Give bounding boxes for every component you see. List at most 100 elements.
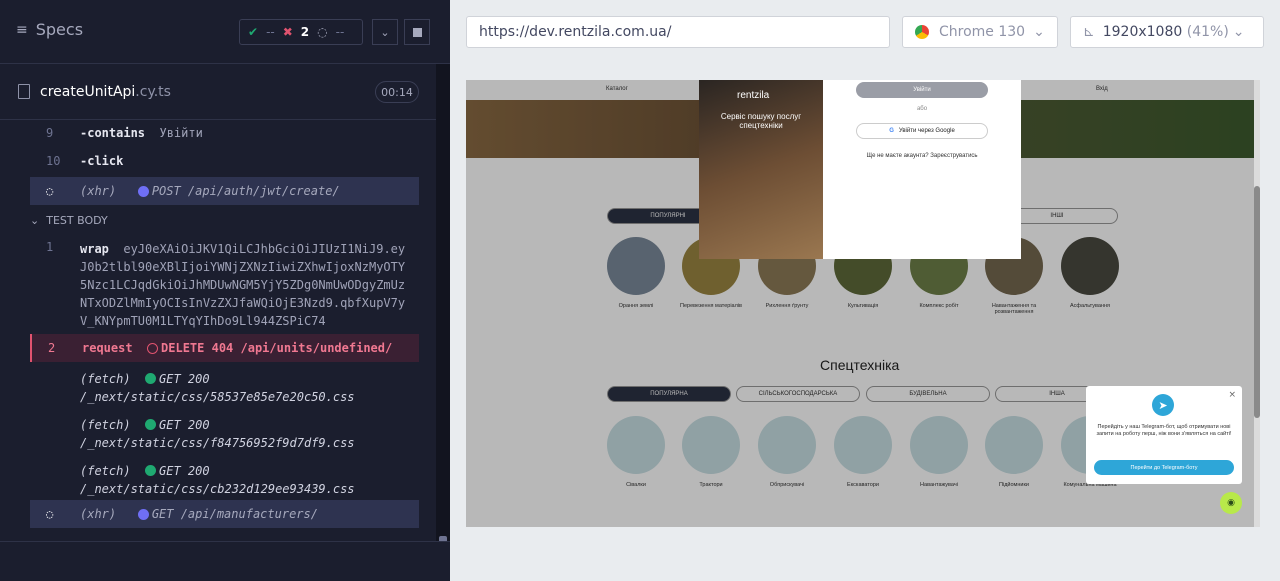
fetch-path: /_next/static/css/58537e85e7e20c50.css bbox=[80, 390, 355, 404]
specs-toggle[interactable]: ≡ Specs bbox=[16, 20, 83, 39]
file-bar: createUnitApi.cy.ts 00:14 bbox=[0, 64, 436, 120]
login-button[interactable]: Увійти bbox=[856, 82, 988, 98]
scrollbar[interactable] bbox=[436, 64, 450, 581]
aut-scrollbar[interactable] bbox=[1254, 80, 1260, 527]
duration-timer: 00:14 bbox=[375, 81, 419, 103]
chevron-down-icon: ⌄ bbox=[380, 25, 390, 39]
fetch-path: /_next/static/css/f84756952f9d7df9.css bbox=[80, 436, 355, 450]
google-label: Увійти через Google bbox=[898, 128, 955, 134]
ruler-icon: ⊾ bbox=[1083, 24, 1095, 40]
viewport-selector[interactable]: ⊾ 1920x1080 (41%) ⌄ bbox=[1070, 16, 1264, 48]
command-number: 2 bbox=[48, 341, 56, 355]
login-modal: Увійти або G Увійти через Google Ще не м… bbox=[823, 80, 1021, 259]
xhr-row[interactable]: ◌ (xhr) POST /api/auth/jwt/create/ bbox=[30, 177, 419, 205]
command-row[interactable]: 1 wrap eyJ0eXAiOiJKV1QiLCJhbGciOiJIUzI1N… bbox=[30, 240, 419, 330]
command-number: 9 bbox=[46, 126, 54, 140]
xhr-label: (xhr) bbox=[80, 184, 117, 198]
chevron-down-icon: ⌄ bbox=[30, 214, 40, 227]
command-row[interactable]: 10 -click bbox=[30, 154, 419, 168]
spinner-icon: ◌ bbox=[46, 184, 54, 198]
command-number: 10 bbox=[46, 154, 61, 168]
command-name: -click bbox=[80, 154, 124, 168]
modal-image-panel: rentzila Сервіс пошуку послуг спецтехнік… bbox=[699, 80, 823, 259]
register-link[interactable]: Ще не маєте акаунта? Зареєструватись bbox=[823, 153, 1021, 159]
fetch-row[interactable]: (fetch) GET 200 /_next/static/css/f84756… bbox=[30, 416, 419, 452]
file-icon bbox=[18, 84, 30, 99]
modal-logo: rentzila bbox=[737, 90, 770, 101]
fetch-row[interactable]: (fetch) GET 200 /_next/static/css/cb232d… bbox=[30, 462, 419, 498]
status-dot-icon bbox=[145, 465, 157, 476]
test-stats: ✔ -- ✖ 2 ◌ -- bbox=[239, 19, 363, 45]
stop-icon bbox=[412, 27, 422, 37]
status-dot-icon bbox=[147, 342, 159, 354]
telegram-text: Перейдіть у наш Telegram-бот, щоб отриму… bbox=[1096, 424, 1232, 437]
fetch-method: GET 200 bbox=[159, 372, 210, 386]
fetch-method: GET 200 bbox=[159, 418, 210, 432]
chevron-down-button[interactable]: ⌄ bbox=[372, 19, 398, 45]
chat-icon[interactable]: ◉ bbox=[1220, 492, 1242, 514]
spinner-icon: ◌ bbox=[317, 25, 328, 39]
or-divider: або bbox=[916, 106, 928, 112]
failed-count: 2 bbox=[300, 25, 310, 39]
command-arg: eyJ0eXAiOiJKV1QiLCJhbGciOiJIUzI1NiJ9.eyJ… bbox=[80, 242, 406, 328]
status-dot-icon bbox=[145, 373, 157, 384]
command-name: wrap bbox=[80, 242, 109, 256]
fetch-method: GET 200 bbox=[159, 464, 210, 478]
chrome-icon bbox=[915, 25, 929, 39]
check-icon: ✔ bbox=[248, 25, 259, 39]
file-name: createUnitApi bbox=[40, 84, 136, 100]
aut-panel: https://dev.rentzila.com.ua/ Chrome 130 … bbox=[450, 0, 1280, 581]
command-row[interactable]: 9 -contains Увійти bbox=[30, 126, 419, 140]
google-login-button[interactable]: G Увійти через Google bbox=[856, 123, 988, 139]
command-log-panel: ≡ Specs ✔ -- ✖ 2 ◌ -- ⌄ createUnitApi.cy… bbox=[0, 0, 450, 581]
fetch-row[interactable]: (fetch) GET 200 /_next/static/css/58537e… bbox=[30, 370, 419, 406]
spec-file-name[interactable]: createUnitApi.cy.ts bbox=[40, 84, 171, 100]
xhr-text: GET /api/manufacturers/ bbox=[151, 507, 318, 521]
aut-scrollbar-thumb[interactable] bbox=[1254, 186, 1260, 418]
test-body-section[interactable]: ⌄ TEST BODY bbox=[30, 214, 108, 227]
menu-icon: ≡ bbox=[16, 21, 28, 38]
telegram-popup: × ➤ Перейдіть у наш Telegram-бот, щоб от… bbox=[1086, 386, 1242, 484]
fetch-path: /_next/static/css/cb232d129ee93439.css bbox=[80, 482, 355, 496]
chevron-down-icon: ⌄ bbox=[1232, 24, 1245, 40]
bottom-bar bbox=[0, 541, 450, 581]
fetch-label: (fetch) bbox=[80, 418, 131, 432]
stop-button[interactable] bbox=[404, 19, 430, 45]
command-arg: Увійти bbox=[159, 126, 203, 140]
xhr-label: (xhr) bbox=[80, 507, 117, 521]
status-dot-icon bbox=[145, 419, 157, 430]
app-under-test: Каталог Вхід ПОПУЛЯРНІ ІНШІ Орання землі… bbox=[466, 80, 1260, 527]
status-dot-icon bbox=[137, 508, 149, 520]
x-icon: ✖ bbox=[282, 25, 293, 39]
modal-tagline: Сервіс пошуку послуг спецтехніки bbox=[720, 112, 802, 130]
section-label: TEST BODY bbox=[46, 214, 108, 227]
command-number: 1 bbox=[46, 240, 54, 254]
request-text: DELETE 404 /api/units/undefined/ bbox=[161, 341, 393, 355]
specs-label: Specs bbox=[35, 20, 84, 39]
xhr-row[interactable]: ◌ (xhr) GET /api/manufacturers/ bbox=[30, 500, 419, 528]
pending-count: -- bbox=[335, 25, 345, 39]
telegram-icon: ➤ bbox=[1152, 394, 1174, 416]
spinner-icon: ◌ bbox=[46, 507, 54, 521]
status-dot-icon bbox=[137, 185, 149, 197]
command-name: -contains bbox=[80, 126, 146, 140]
fetch-label: (fetch) bbox=[80, 464, 131, 478]
passed-count: -- bbox=[266, 25, 275, 39]
browser-name: Chrome 130 bbox=[939, 24, 1026, 40]
google-icon: G bbox=[889, 128, 894, 134]
close-icon[interactable]: × bbox=[1228, 390, 1236, 400]
url-text: https://dev.rentzila.com.ua/ bbox=[479, 24, 672, 40]
browser-selector[interactable]: Chrome 130 ⌄ bbox=[902, 16, 1058, 48]
file-ext: .cy.ts bbox=[135, 84, 171, 100]
specs-header: ≡ Specs ✔ -- ✖ 2 ◌ -- ⌄ bbox=[0, 0, 450, 64]
viewport-size: 1920x1080 bbox=[1102, 24, 1183, 40]
zoom-level: (41%) bbox=[1186, 24, 1229, 40]
telegram-button[interactable]: Перейти до Telegram-боту bbox=[1094, 460, 1234, 475]
command-name: request bbox=[82, 341, 133, 355]
fetch-label: (fetch) bbox=[80, 372, 131, 386]
command-list: 9 -contains Увійти 10 -click ◌ (xhr) POS… bbox=[0, 120, 436, 541]
failed-command-row[interactable]: 2 request DELETE 404 /api/units/undefine… bbox=[30, 334, 419, 362]
url-bar[interactable]: https://dev.rentzila.com.ua/ bbox=[466, 16, 890, 48]
xhr-text: POST /api/auth/jwt/create/ bbox=[151, 184, 340, 198]
chevron-down-icon: ⌄ bbox=[1033, 24, 1045, 40]
